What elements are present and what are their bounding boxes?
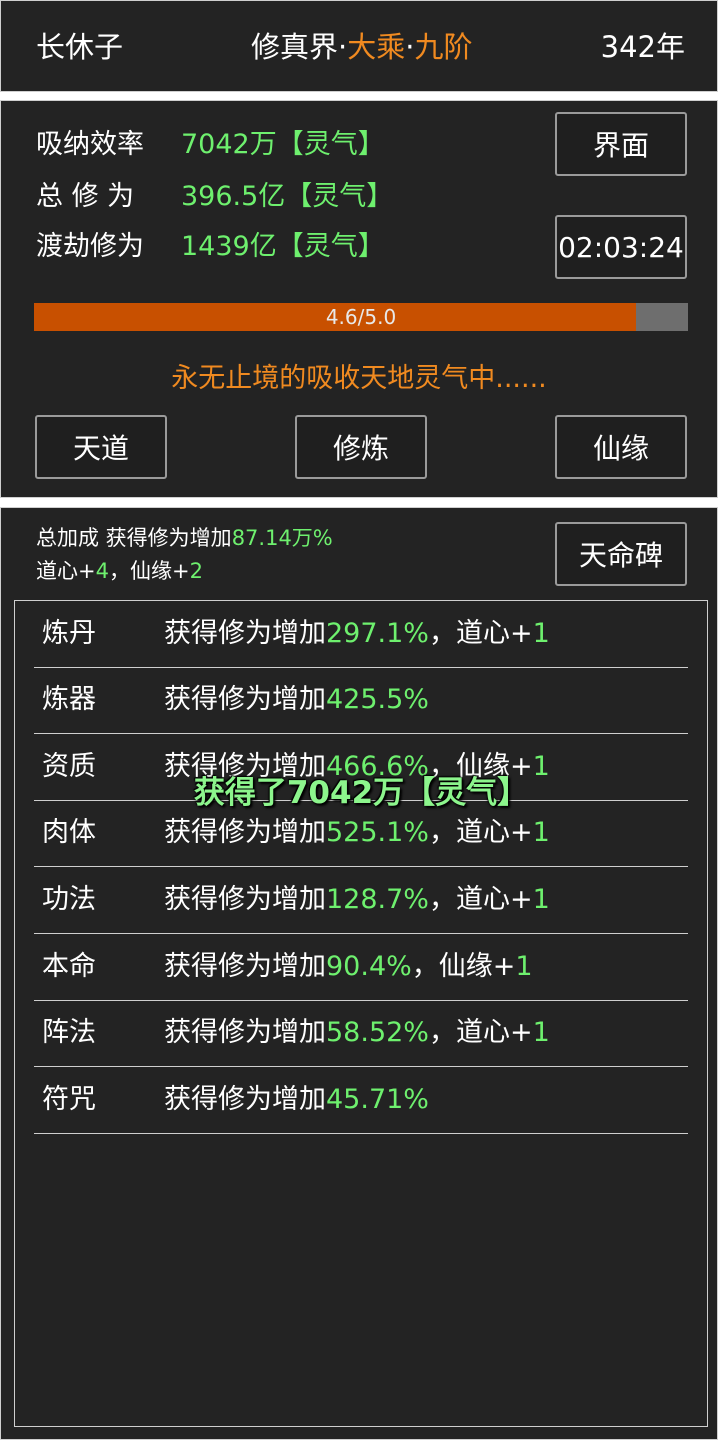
- xianyuan-label: ，仙缘+: [108, 559, 190, 583]
- daoxin-label: 道心+: [36, 559, 96, 583]
- xiulian-button[interactable]: 修炼: [295, 415, 427, 479]
- stat-label: 吸纳效率: [36, 129, 144, 160]
- row-desc: 获得修为增加525.1%，道心+1: [164, 817, 550, 848]
- realm-prefix: 修真界·: [251, 30, 348, 64]
- table-row: 符咒 获得修为增加45.71%: [34, 1067, 688, 1134]
- row-name: 资质: [42, 751, 96, 782]
- realm-stage: 大乘: [347, 30, 406, 64]
- stat-label: 渡劫修为: [36, 231, 144, 262]
- cultivation-progress-bar: 4.6/5.0: [34, 303, 688, 331]
- realm-title: 修真界·大乘·九阶: [251, 29, 472, 65]
- interface-button[interactable]: 界面: [555, 112, 687, 176]
- row-desc: 获得修为增加58.52%，道心+1: [164, 1017, 550, 1048]
- row-desc: 获得修为增加297.1%，道心+1: [164, 618, 550, 649]
- table-row: 资质 获得修为增加466.6%，仙缘+1: [34, 734, 688, 801]
- row-desc: 获得修为增加466.6%，仙缘+1: [164, 751, 550, 782]
- row-name: 炼器: [42, 684, 96, 715]
- row-desc: 获得修为增加45.71%: [164, 1084, 429, 1115]
- realm-level: 九阶: [414, 30, 473, 64]
- tiandao-button[interactable]: 天道: [35, 415, 167, 479]
- table-row: 炼丹 获得修为增加297.1%，道心+1: [34, 601, 688, 668]
- character-name: 长休子: [36, 30, 124, 64]
- table-row: 肉体 获得修为增加525.1%，道心+1: [34, 800, 688, 867]
- years-counter: 342年: [600, 30, 685, 64]
- row-desc: 获得修为增加425.5%: [164, 684, 429, 715]
- stat-value: 396.5亿【灵气】: [181, 181, 394, 212]
- stat-value: 1439亿【灵气】: [181, 231, 385, 262]
- xianyuan-value: 2: [189, 559, 203, 583]
- timer-button[interactable]: 02:03:24: [555, 215, 687, 279]
- stat-tribulation-cultivation: 渡劫修为 1439亿【灵气】: [36, 227, 385, 267]
- table-row: 炼器 获得修为增加425.5%: [34, 667, 688, 734]
- total-bonus-label: 总加成 获得修为增加: [36, 526, 232, 550]
- tianming-stele-button[interactable]: 天命碑: [555, 522, 687, 586]
- table-row: 阵法 获得修为增加58.52%，道心+1: [34, 1000, 688, 1067]
- row-name: 功法: [42, 884, 96, 915]
- bonus-table: 炼丹 获得修为增加297.1%，道心+1 炼器 获得修为增加425.5% 资质 …: [14, 600, 708, 1427]
- stat-value: 7042万【灵气】: [181, 129, 385, 160]
- cultivation-panel: 吸纳效率 7042万【灵气】 总 修 为 396.5亿【灵气】 渡劫修为 1439亿【…: [0, 100, 718, 498]
- table-row: 本命 获得修为增加90.4%，仙缘+1: [34, 934, 688, 1001]
- row-name: 炼丹: [42, 618, 96, 649]
- table-row: 功法 获得修为增加128.7%，道心+1: [34, 867, 688, 934]
- row-name: 肉体: [42, 817, 96, 848]
- row-name: 本命: [42, 951, 96, 982]
- row-name: 符咒: [42, 1084, 96, 1115]
- cultivation-status: 永无止境的吸收天地灵气中......: [171, 363, 547, 394]
- daoxin-value: 4: [95, 559, 109, 583]
- stat-absorb-rate: 吸纳效率 7042万【灵气】: [36, 125, 385, 165]
- total-bonus-line: 总加成 获得修为增加87.14万%: [36, 523, 333, 553]
- total-attribute-line: 道心+4，仙缘+2: [36, 556, 203, 586]
- row-name: 阵法: [42, 1017, 96, 1048]
- progress-text: 4.6/5.0: [325, 305, 397, 329]
- header-bar: 长休子 修真界·大乘·九阶 342年: [0, 0, 718, 92]
- stat-total-cultivation: 总 修 为 396.5亿【灵气】: [36, 177, 393, 217]
- total-bonus-value: 87.14万%: [231, 526, 333, 550]
- stat-label: 总 修 为: [36, 181, 135, 212]
- bonus-panel: 总加成 获得修为增加87.14万% 道心+4，仙缘+2 天命碑 炼丹 获得修为增…: [0, 507, 718, 1440]
- xianyuan-button[interactable]: 仙缘: [555, 415, 687, 479]
- row-desc: 获得修为增加128.7%，道心+1: [164, 884, 550, 915]
- row-desc: 获得修为增加90.4%，仙缘+1: [164, 951, 533, 982]
